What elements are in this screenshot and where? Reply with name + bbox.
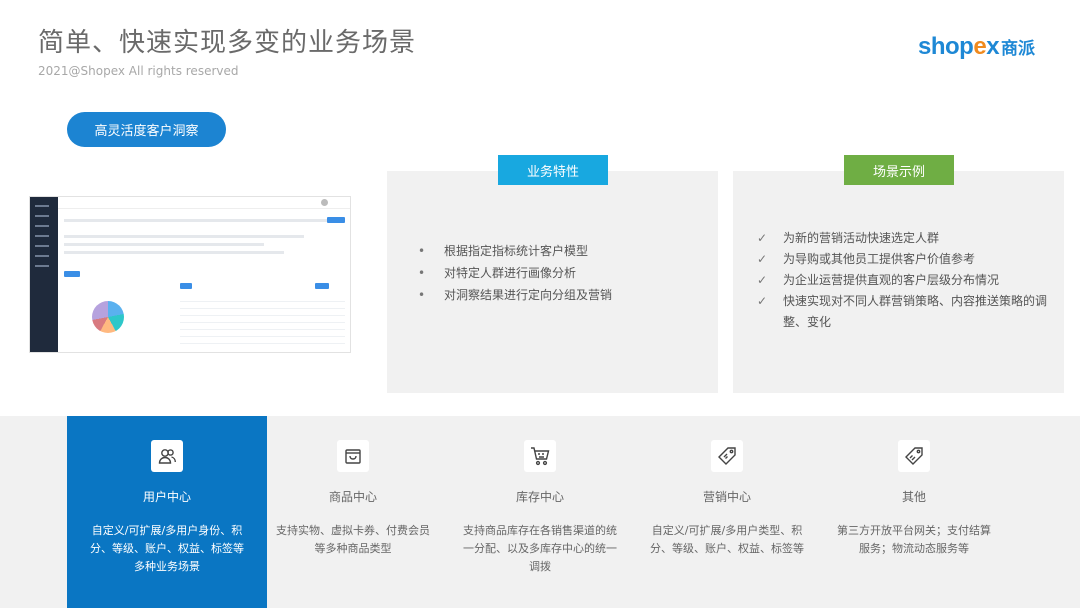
list-item: ✓ 为企业运营提供直观的客户层级分布情况 <box>757 270 1047 291</box>
customer-insight-screenshot <box>29 196 351 353</box>
module-desc: 自定义/可扩展/多用户类型、积分、等级、账户、权益、标签等 <box>650 524 804 555</box>
screenshot-filter-row <box>64 219 334 222</box>
business-list: • 根据指定指标统计客户模型 • 对特定人群进行画像分析 • 对洞察结果进行定向分组及… <box>418 242 612 308</box>
list-item: • 根据指定指标统计客户模型 <box>418 242 612 264</box>
screenshot-button <box>180 283 192 289</box>
screenshot-filter-row <box>64 251 284 254</box>
screenshot-table <box>180 295 345 350</box>
tag-icon <box>711 440 743 472</box>
sale-tag-icon <box>898 440 930 472</box>
check-icon: ✓ <box>757 231 768 245</box>
page-title: 简单、快速实现多变的业务场景 <box>38 28 417 58</box>
screenshot-pie-chart <box>92 301 124 333</box>
module-marketing-center[interactable]: 营销中心 自定义/可扩展/多用户类型、积分、等级、账户、权益、标签等 <box>627 416 827 608</box>
module-inventory-center[interactable]: 库存中心 支持商品库存在各销售渠道的统一分配、以及多库存中心的统一调拨 <box>440 416 640 608</box>
list-item: ✓ 快速实现对不同人群营销策略、内容推送策略的调整、变化 <box>757 291 1047 333</box>
module-desc: 自定义/可扩展/多用户身份、积分、等级、账户、权益、标签等多种业务场景 <box>90 524 244 573</box>
screenshot-avatar <box>321 199 328 206</box>
screenshot-topbar <box>58 197 350 209</box>
module-other[interactable]: 其他 第三方开放平台网关；支付结算服务；物流动态服务等 <box>814 416 1014 608</box>
feature-pill: 高灵活度客户洞察 <box>67 112 226 147</box>
list-item: • 对洞察结果进行定向分组及营销 <box>418 286 612 308</box>
screenshot-button <box>315 283 329 289</box>
list-item: ✓ 为新的营销活动快速选定人群 <box>757 228 1047 249</box>
screenshot-filter-row <box>64 243 264 246</box>
screenshot-filter-row <box>64 235 304 238</box>
shopex-logo: shopex 商派 <box>918 33 1035 61</box>
copyright-text: 2021@Shopex All rights reserved <box>38 64 239 78</box>
module-label: 用户中心 <box>142 490 191 504</box>
check-icon: ✓ <box>757 294 768 308</box>
module-label: 营销中心 <box>702 490 751 504</box>
module-label: 库存中心 <box>515 490 564 504</box>
screenshot-button <box>64 271 80 277</box>
module-label: 商品中心 <box>328 490 377 504</box>
users-icon <box>151 440 183 472</box>
bullet-icon: • <box>418 244 426 258</box>
screenshot-sidebar <box>30 197 58 352</box>
module-desc: 支持商品库存在各销售渠道的统一分配、以及多库存中心的统一调拨 <box>463 524 617 573</box>
scenario-tag: 场景示例 <box>844 155 954 185</box>
module-user-center[interactable]: 用户中心 自定义/可扩展/多用户身份、积分、等级、账户、权益、标签等多种业务场景 <box>67 416 267 608</box>
module-product-center[interactable]: 商品中心 支持实物、虚拟卡券、付费会员等多种商品类型 <box>253 416 453 608</box>
logo-brand: shopex <box>918 33 1000 60</box>
list-item: ✓ 为导购或其他员工提供客户价值参考 <box>757 249 1047 270</box>
business-tag: 业务特性 <box>498 155 608 185</box>
logo-cn: 商派 <box>1001 39 1036 59</box>
scenario-list: ✓ 为新的营销活动快速选定人群 ✓ 为导购或其他员工提供客户价值参考 ✓ 为企业运营提… <box>757 228 1047 333</box>
bullet-icon: • <box>418 288 426 302</box>
list-item: • 对特定人群进行画像分析 <box>418 264 612 286</box>
cart-icon <box>524 440 556 472</box>
bullet-icon: • <box>418 266 426 280</box>
module-desc: 第三方开放平台网关；支付结算服务；物流动态服务等 <box>837 524 991 555</box>
bag-icon <box>337 440 369 472</box>
screenshot-button <box>327 217 345 223</box>
module-desc: 支持实物、虚拟卡券、付费会员等多种商品类型 <box>276 524 430 555</box>
module-label: 其他 <box>901 490 926 504</box>
check-icon: ✓ <box>757 252 768 266</box>
check-icon: ✓ <box>757 273 768 287</box>
